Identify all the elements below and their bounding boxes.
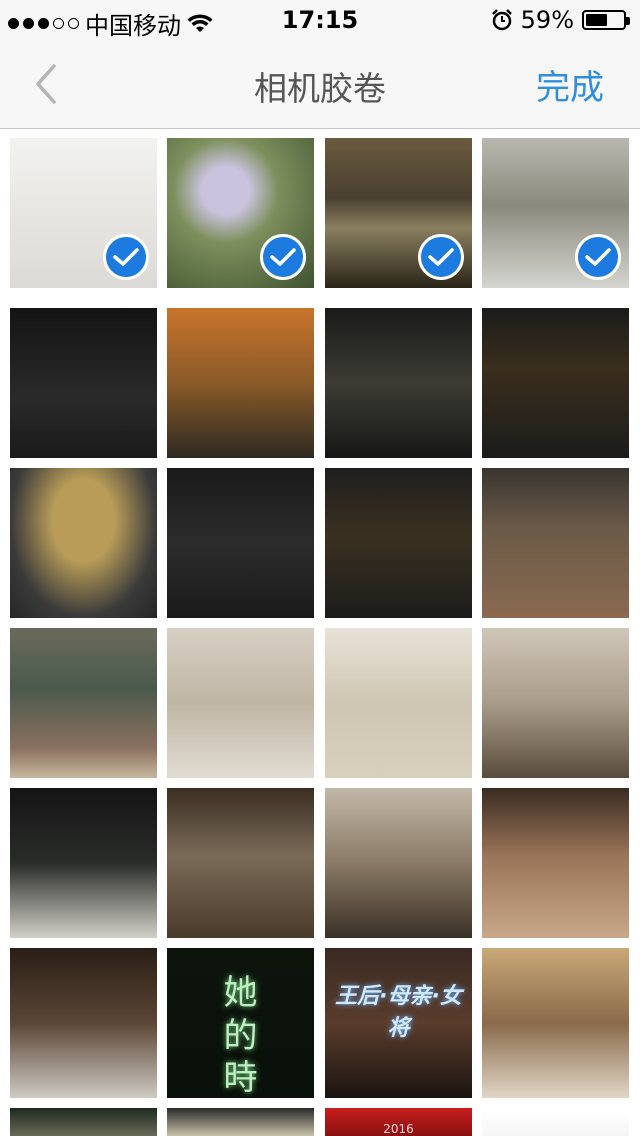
photo-image	[482, 308, 629, 458]
photo-thumbnail[interactable]	[325, 308, 472, 458]
photo-image	[10, 1108, 157, 1136]
selected-check-badge	[260, 234, 306, 280]
photo-image	[325, 628, 472, 778]
photo-thumbnail[interactable]	[482, 468, 629, 618]
photo-thumbnail[interactable]	[167, 1108, 314, 1136]
photo-image	[10, 308, 157, 458]
photo-thumbnail[interactable]	[482, 138, 629, 288]
battery-percent: 59%	[520, 6, 574, 34]
photo-thumbnail[interactable]	[10, 628, 157, 778]
photo-image	[10, 948, 157, 1098]
photo-thumbnail[interactable]	[482, 948, 629, 1098]
photo-image	[167, 628, 314, 778]
status-bar: 中国移动 17:15 59%	[0, 0, 640, 40]
photo-thumbnail[interactable]: 她 的 時 代	[167, 948, 314, 1098]
photo-image	[325, 788, 472, 938]
photo-thumbnail[interactable]: 2016	[325, 1108, 472, 1136]
photo-caption-text: 她 的 時 代	[223, 973, 258, 1098]
photo-thumbnail[interactable]	[482, 628, 629, 778]
photo-image	[482, 628, 629, 778]
photo-image	[482, 468, 629, 618]
photo-thumbnail[interactable]	[10, 308, 157, 458]
photo-thumbnail[interactable]	[325, 628, 472, 778]
status-right: 59%	[491, 6, 630, 34]
photo-image	[10, 468, 157, 618]
checkmark-icon	[113, 248, 139, 266]
photo-thumbnail[interactable]	[10, 788, 157, 938]
photo-thumbnail[interactable]	[10, 138, 157, 288]
photo-image	[482, 1108, 629, 1136]
photo-thumbnail[interactable]	[325, 468, 472, 618]
alarm-icon	[491, 9, 512, 31]
photo-thumbnail[interactable]	[325, 788, 472, 938]
photo-image	[167, 788, 314, 938]
checkmark-icon	[428, 248, 454, 266]
photo-caption-text: 王后·母亲·女将	[335, 984, 462, 1041]
photo-image	[167, 1108, 314, 1136]
selected-check-badge	[418, 234, 464, 280]
selected-check-badge	[103, 234, 149, 280]
photo-thumbnail[interactable]	[167, 788, 314, 938]
photo-thumbnail[interactable]	[10, 948, 157, 1098]
selected-check-badge	[575, 234, 621, 280]
done-button[interactable]: 完成	[536, 60, 604, 109]
photo-thumbnail[interactable]	[167, 468, 314, 618]
photo-thumbnail[interactable]	[167, 308, 314, 458]
photo-thumbnail[interactable]	[10, 1108, 157, 1136]
photo-caption-text: 2016	[383, 1122, 414, 1136]
checkmark-icon	[270, 248, 296, 266]
photo-thumbnail[interactable]	[482, 788, 629, 938]
photo-image	[10, 788, 157, 938]
photo-thumbnail[interactable]: 王后·母亲·女将	[325, 948, 472, 1098]
navigation-bar: 相机胶卷 完成	[0, 40, 640, 129]
photo-thumbnail[interactable]	[10, 468, 157, 618]
photo-image	[325, 308, 472, 458]
photo-image	[482, 788, 629, 938]
photo-image	[167, 468, 314, 618]
photo-image	[482, 948, 629, 1098]
battery-icon	[582, 10, 630, 30]
photo-thumbnail[interactable]	[167, 628, 314, 778]
photo-thumbnail[interactable]	[482, 1108, 629, 1136]
photo-image	[10, 628, 157, 778]
photo-image	[325, 468, 472, 618]
photo-thumbnail[interactable]	[482, 308, 629, 458]
photo-thumbnail[interactable]	[325, 138, 472, 288]
photo-thumbnail[interactable]	[167, 138, 314, 288]
photo-grid: 她 的 時 代 王后·母亲·女将 2016	[0, 138, 640, 1136]
checkmark-icon	[585, 248, 611, 266]
photo-image	[167, 308, 314, 458]
